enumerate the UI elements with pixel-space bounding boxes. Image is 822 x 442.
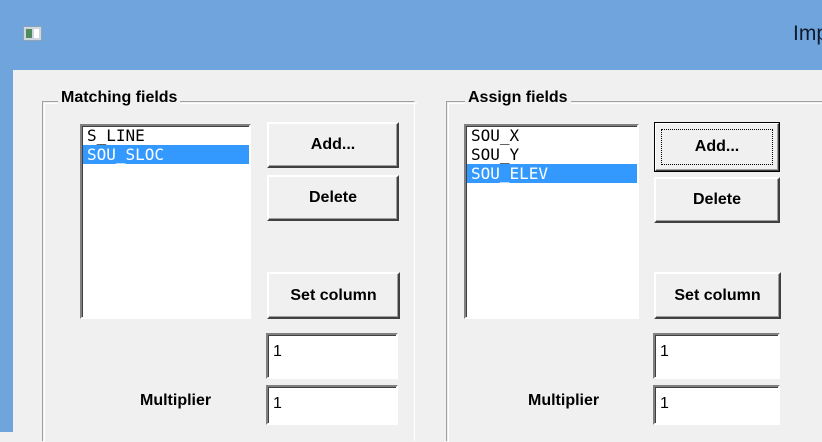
- matching-column-field[interactable]: 1: [266, 333, 398, 379]
- assign-multiplier-label: Multiplier: [528, 392, 600, 409]
- matching-delete-button[interactable]: Delete: [267, 175, 399, 221]
- matching-fields-legend: Matching fields: [58, 89, 181, 107]
- assign-delete-button[interactable]: Delete: [654, 177, 780, 223]
- matching-set-column-button[interactable]: Set column: [267, 272, 400, 319]
- list-item[interactable]: S_LINE: [83, 126, 249, 145]
- window-frame-edge: [0, 70, 13, 432]
- matching-add-button[interactable]: Add...: [267, 122, 399, 168]
- assign-column-field[interactable]: 1: [653, 333, 780, 379]
- assign-fields-legend: Assign fields: [465, 89, 571, 107]
- assign-add-button[interactable]: Add...: [654, 122, 780, 172]
- matching-fields-list[interactable]: S_LINE SOU_SLOC: [80, 124, 251, 319]
- assign-fields-list[interactable]: SOU_X SOU_Y SOU_ELEV: [464, 124, 639, 319]
- list-item[interactable]: SOU_Y: [467, 145, 637, 164]
- list-item-selected[interactable]: SOU_ELEV: [467, 164, 637, 183]
- window-title: Imp: [793, 22, 822, 45]
- app-icon[interactable]: [23, 26, 42, 41]
- assign-set-column-button[interactable]: Set column: [654, 272, 781, 319]
- list-item-selected[interactable]: SOU_SLOC: [83, 145, 249, 164]
- title-bar[interactable]: Imp: [0, 0, 822, 71]
- list-item[interactable]: SOU_X: [467, 126, 637, 145]
- matching-multiplier-label: Multiplier: [140, 392, 212, 409]
- matching-multiplier-field[interactable]: 1: [266, 385, 398, 425]
- assign-multiplier-field[interactable]: 1: [653, 385, 780, 425]
- focus-rectangle: [661, 129, 773, 165]
